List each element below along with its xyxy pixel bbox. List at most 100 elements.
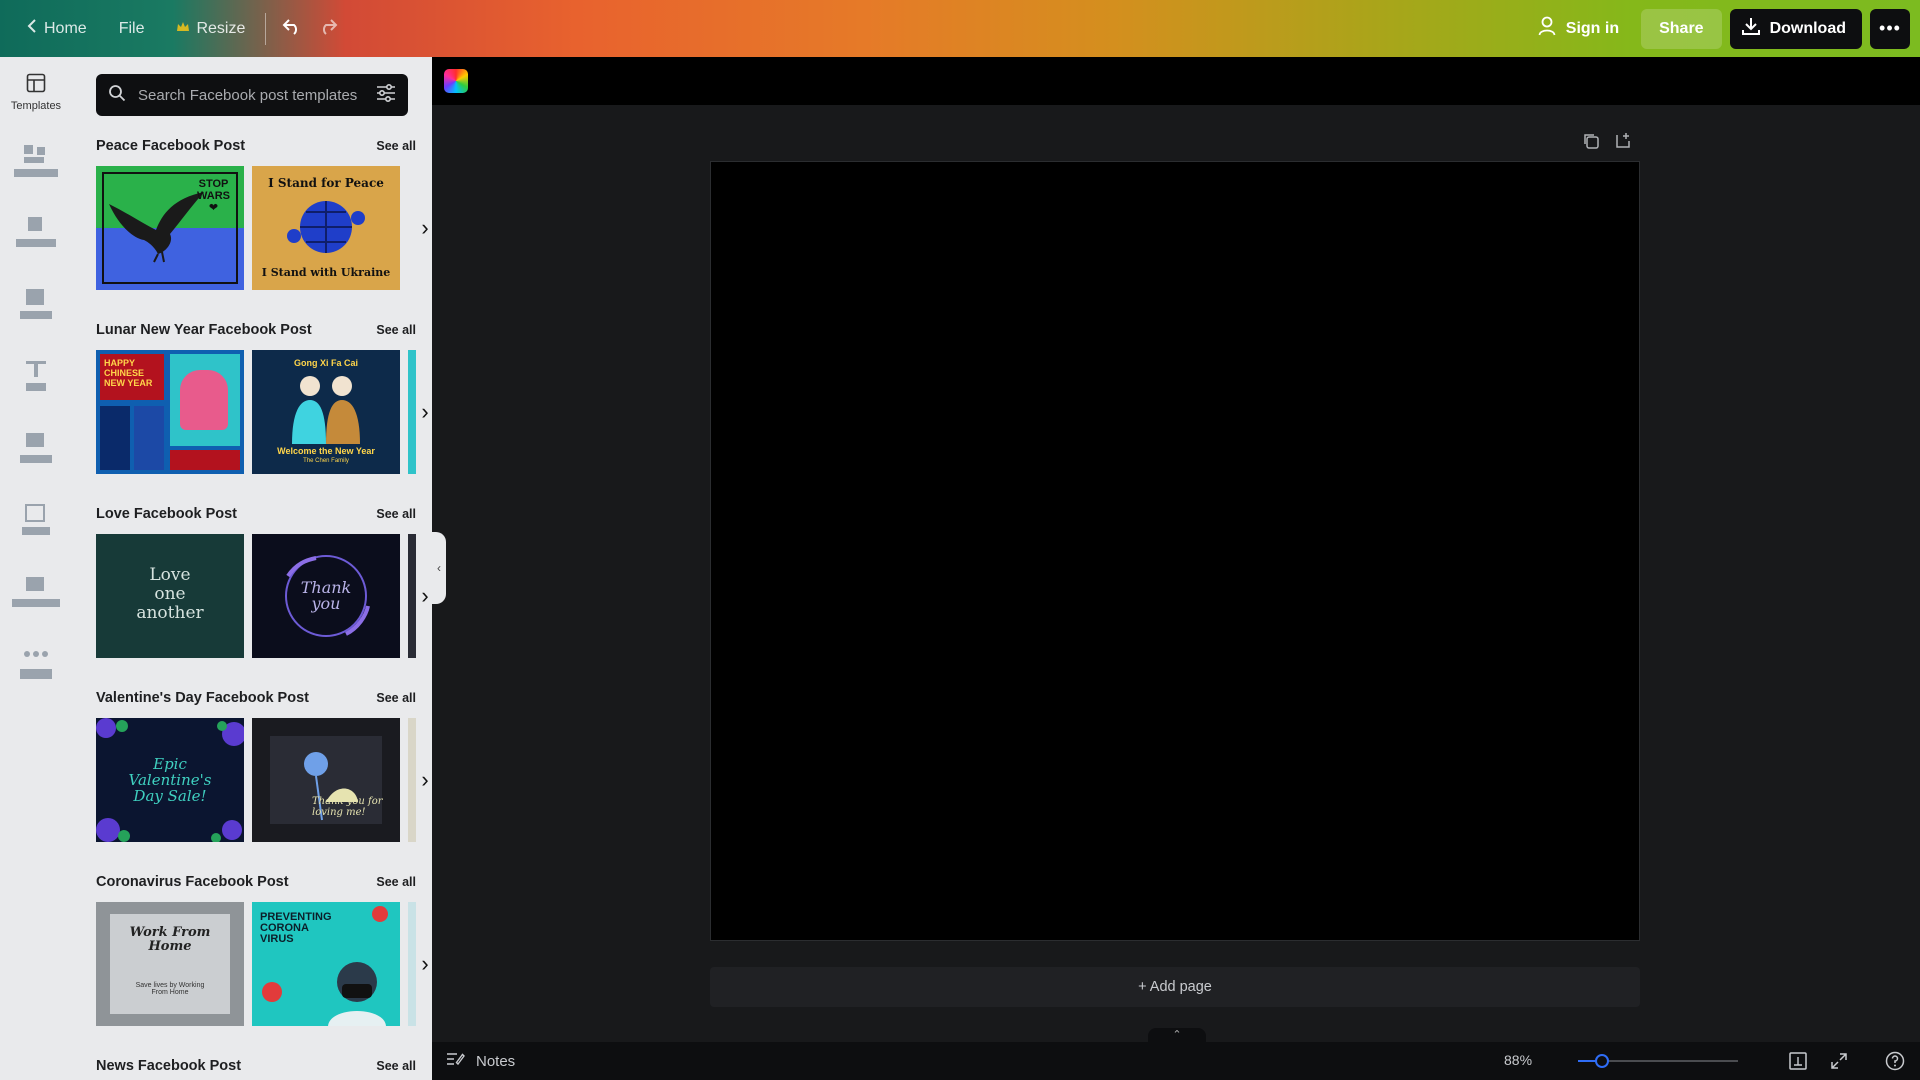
thumbnail-text: one — [154, 584, 186, 604]
globe-hands-illustration — [287, 201, 365, 253]
template-thumbnail[interactable]: Thank you for loving me! — [252, 718, 400, 842]
chevron-right-icon[interactable]: › — [412, 396, 432, 428]
thumbnail-text: you — [311, 594, 341, 613]
filter-icon[interactable] — [376, 83, 396, 107]
file-menu-button[interactable]: File — [107, 9, 157, 49]
page-tools — [1582, 132, 1632, 155]
resize-label: Resize — [196, 19, 246, 37]
rail-item-projects[interactable] — [10, 573, 62, 619]
thumbnail-text: Love — [149, 565, 191, 585]
rail-item-text[interactable] — [10, 357, 62, 403]
search-input[interactable] — [138, 86, 364, 104]
section-title: News Facebook Post — [96, 1058, 242, 1074]
thumbnail-text: STOP — [198, 178, 229, 190]
rail-item-more[interactable] — [10, 645, 62, 691]
template-thumbnail[interactable]: HAPPY CHINESE NEW YEAR — [96, 350, 244, 474]
template-thumbnail[interactable]: Epic Valentine's Day Sale! — [96, 718, 244, 842]
thumbnail-text: Welcome the New Year — [277, 446, 375, 456]
templates-icon — [26, 73, 46, 96]
section-title: Peace Facebook Post — [96, 138, 246, 154]
notes-button[interactable]: Notes — [446, 1051, 515, 1071]
template-section-love: Love Facebook Post See all Love one anot… — [96, 504, 429, 658]
thumbnail-text: NEW YEAR — [104, 378, 153, 388]
redo-icon — [318, 17, 338, 40]
template-thumbnail[interactable]: Gong Xi Fa Cai Welcome the New Year The … — [252, 350, 400, 474]
see-all-link[interactable]: See all — [376, 875, 416, 889]
thumbnail-text: CHINESE — [104, 368, 145, 378]
download-button[interactable]: Download — [1729, 8, 1862, 49]
rail-item-styles[interactable] — [10, 429, 62, 475]
search-bar[interactable] — [96, 74, 408, 116]
section-title: Lunar New Year Facebook Post — [96, 322, 312, 338]
couple-illustration — [292, 376, 360, 444]
zoom-percentage[interactable]: 88% — [1504, 1052, 1532, 1068]
chevron-right-icon[interactable]: › — [412, 948, 432, 980]
thumbnail-text: I Stand with Ukraine — [261, 266, 391, 279]
see-all-link[interactable]: See all — [376, 691, 416, 705]
editor-area: + Add page ⌃ Notes 88% — [432, 57, 1920, 1080]
see-all-link[interactable]: See all — [376, 1059, 416, 1073]
see-all-link[interactable]: See all — [376, 323, 416, 337]
rail-item-background[interactable] — [10, 501, 62, 547]
more-options-button[interactable]: ••• — [1870, 8, 1910, 49]
zoom-slider-handle[interactable] — [1595, 1054, 1609, 1068]
undo-button[interactable] — [274, 9, 310, 49]
template-thumbnail[interactable]: PREVENTING CORONA VIRUS — [252, 902, 400, 1026]
see-all-link[interactable]: See all — [376, 507, 416, 521]
rail-item-uploads[interactable] — [10, 213, 62, 259]
sign-in-label: Sign in — [1565, 19, 1620, 37]
share-button[interactable]: Share — [1641, 8, 1722, 49]
thumbnail-text: Valentine's — [128, 771, 212, 789]
home-label: Home — [44, 19, 87, 37]
template-thumbnail[interactable]: Love one another — [96, 534, 244, 658]
thumbnail-text: another — [136, 603, 204, 623]
thumbnail-text: Thank you for — [312, 796, 383, 807]
collapse-panel-button[interactable]: ‹ — [432, 532, 446, 604]
thumbnail-text: Day Sale! — [133, 787, 207, 805]
chevron-right-icon[interactable]: › — [412, 212, 432, 244]
thumbnail-text: Save lives by Working From Home — [135, 982, 205, 996]
share-label: Share — [1659, 19, 1704, 37]
color-picker-button[interactable] — [444, 69, 468, 93]
design-canvas[interactable] — [710, 161, 1640, 941]
home-button[interactable]: Home — [14, 9, 99, 49]
redo-button[interactable] — [310, 9, 346, 49]
rail-item-label: Templates — [10, 100, 62, 112]
more-icon: ••• — [1879, 18, 1901, 38]
help-icon[interactable] — [1884, 1050, 1906, 1072]
rail-item-photos[interactable] — [10, 285, 62, 331]
template-section-lunar-new-year: Lunar New Year Facebook Post See all HAP… — [96, 320, 429, 474]
template-section-peace: Peace Facebook Post See all STOP WARS ❤ … — [96, 136, 429, 290]
template-thumbnail[interactable]: Work From Home Save lives by Working Fro… — [96, 902, 244, 1026]
thumbnail-text: WARS — [197, 190, 230, 202]
thumbnail-text: Work From — [129, 925, 211, 940]
template-thumbnail[interactable]: STOP WARS ❤ — [96, 166, 244, 290]
see-all-link[interactable]: See all — [376, 139, 416, 153]
section-title: Valentine's Day Facebook Post — [96, 690, 309, 706]
thumbnail-text: Home — [148, 939, 192, 954]
download-icon — [1741, 17, 1760, 40]
show-pages-toggle[interactable]: ⌃ — [1148, 1028, 1206, 1042]
chevron-up-icon: ⌃ — [1172, 1029, 1182, 1041]
resize-button[interactable]: Resize — [164, 9, 257, 49]
duplicate-page-icon[interactable] — [1582, 132, 1600, 155]
rail-item-elements[interactable] — [10, 141, 62, 187]
notes-label: Notes — [476, 1052, 516, 1070]
chevron-right-icon[interactable]: › — [412, 764, 432, 796]
virus-icon — [262, 982, 282, 1002]
crown-icon — [176, 20, 190, 38]
add-page-icon[interactable] — [1614, 132, 1632, 155]
sign-in-button[interactable]: Sign in — [1524, 9, 1633, 49]
add-page-button[interactable]: + Add page — [710, 967, 1640, 1007]
template-thumbnail[interactable]: I Stand for Peace I Stand with Ukraine — [252, 166, 400, 290]
notes-icon — [446, 1051, 466, 1071]
zoom-slider[interactable] — [1578, 1054, 1738, 1068]
rail-item-templates[interactable]: Templates — [0, 73, 72, 112]
thumbnail-text: VIRUS — [260, 933, 294, 945]
chevron-right-icon[interactable]: › — [412, 580, 432, 612]
thumbnail-text: loving me! — [312, 807, 366, 818]
thumbnail-text: Epic — [153, 755, 187, 773]
page-count-icon[interactable] — [1787, 1050, 1809, 1072]
fullscreen-icon[interactable] — [1828, 1050, 1850, 1072]
template-thumbnail[interactable]: Thank you — [252, 534, 400, 658]
